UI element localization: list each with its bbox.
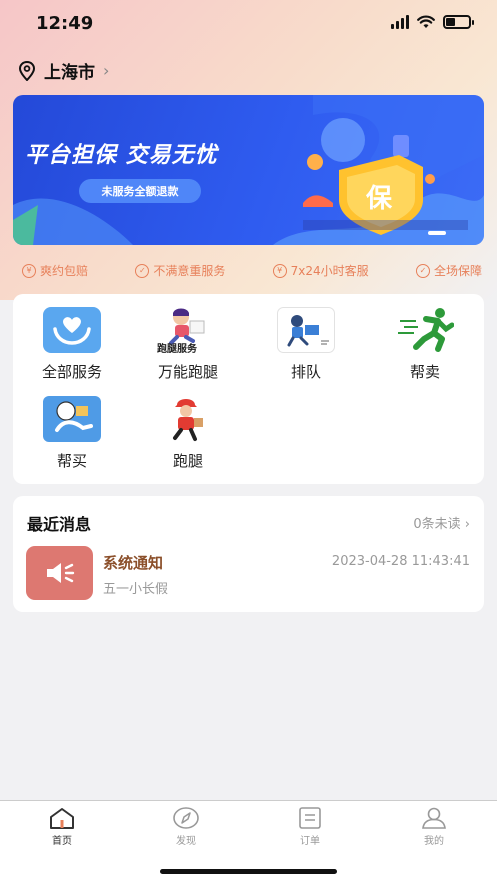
status-time: 12:49 [36, 13, 94, 34]
tab-label: 我的 [424, 836, 444, 847]
messages-header: 最近消息 [27, 515, 92, 534]
yuan-icon: ¥ [272, 263, 287, 278]
service-help-buy[interactable]: 帮买 [17, 396, 127, 471]
compass-icon [173, 807, 199, 829]
order-icon [299, 807, 321, 829]
banner-refund-button[interactable]: 未服务全额退款 [79, 179, 201, 203]
banner-wave-decoration [13, 95, 484, 245]
wifi-icon [417, 15, 435, 28]
guarantee-list: ¥ 爽约包赔 ✓ 不满意重服务 ¥ 7x24小时客服 ✓ 全场保障 [22, 262, 482, 279]
tab-home[interactable]: 首页 [32, 807, 92, 847]
delivery-man-icon [159, 396, 217, 442]
check-circle-icon: ✓ [415, 263, 430, 278]
cash-icon: ¥ [22, 263, 36, 278]
service-label: 帮买 [56, 452, 87, 470]
location-pin-icon [18, 60, 36, 81]
message-preview: 五一小长假 [103, 582, 169, 597]
status-bar: 12:49 [0, 0, 497, 48]
services-card: 全部服务 跑腿服务 万能跑腿 排队 帮卖 帮买 跑腿 [13, 294, 484, 484]
guarantee-label: 爽约包赔 [40, 264, 89, 278]
recent-messages-card: 最近消息 0条未读 › 系统通知 2023-04-28 11:43:41 五一小… [13, 496, 484, 612]
service-label: 万能跑腿 [157, 363, 218, 381]
message-title: 系统通知 [103, 554, 164, 572]
tab-label: 发现 [176, 836, 196, 847]
service-queue[interactable]: 排队 [251, 307, 361, 382]
hands-heart-icon [43, 307, 101, 353]
tab-discover[interactable]: 发现 [156, 807, 216, 847]
queue-courier-icon [277, 307, 335, 353]
chevron-right-icon: › [464, 517, 470, 532]
tab-label: 订单 [300, 836, 320, 847]
banner-pagination-indicator [428, 231, 446, 235]
unread-count: 0条未读 [413, 517, 461, 532]
runner-cartoon-icon: 跑腿服务 [157, 307, 217, 355]
battery-icon [443, 15, 474, 29]
service-icon-caption: 跑腿服务 [157, 344, 197, 355]
unread-count-link[interactable]: 0条未读 › [413, 513, 470, 532]
tab-mine[interactable]: 我的 [404, 807, 464, 847]
status-icons [391, 15, 474, 29]
service-errand[interactable]: 跑腿 [133, 396, 243, 471]
promo-banner[interactable]: 平台担保 交易无忧 未服务全额退款 保 [13, 95, 484, 245]
chevron-right-icon: › [103, 61, 110, 80]
guarantee-item: ✓ 不满意重服务 [135, 262, 225, 279]
user-icon [422, 807, 446, 829]
guarantee-label: 全场保障 [433, 264, 482, 278]
shield-badge-text: 保 [366, 184, 393, 214]
guarantee-item: ¥ 爽约包赔 [22, 262, 88, 279]
service-all[interactable]: 全部服务 [17, 307, 127, 382]
service-label: 排队 [290, 363, 321, 381]
location-selector[interactable]: 上海市 › [18, 58, 109, 83]
guarantee-label: 不满意重服务 [153, 264, 226, 278]
city-label: 上海市 [44, 63, 95, 83]
service-help-sell[interactable]: 帮卖 [370, 307, 480, 382]
green-runner-icon [396, 307, 454, 353]
service-label: 跑腿 [172, 452, 203, 470]
signal-icon [391, 15, 409, 29]
shopping-runner-icon [43, 396, 101, 442]
message-time: 2023-04-28 11:43:41 [331, 554, 470, 569]
tab-orders[interactable]: 订单 [280, 807, 340, 847]
service-label: 全部服务 [41, 363, 102, 381]
banner-title: 平台担保 交易无忧 [25, 143, 218, 168]
guarantee-item: ✓ 全场保障 [415, 262, 482, 279]
guarantee-item: ¥ 7x24小时客服 [272, 262, 369, 279]
check-circle-icon: ✓ [135, 263, 150, 278]
tab-label: 首页 [52, 836, 72, 847]
speaker-icon [26, 546, 93, 600]
home-indicator [160, 869, 337, 874]
service-errand-all[interactable]: 跑腿服务 万能跑腿 [133, 307, 243, 382]
service-label: 帮卖 [409, 363, 440, 381]
home-icon [50, 808, 74, 829]
guarantee-label: 7x24小时客服 [290, 264, 369, 278]
